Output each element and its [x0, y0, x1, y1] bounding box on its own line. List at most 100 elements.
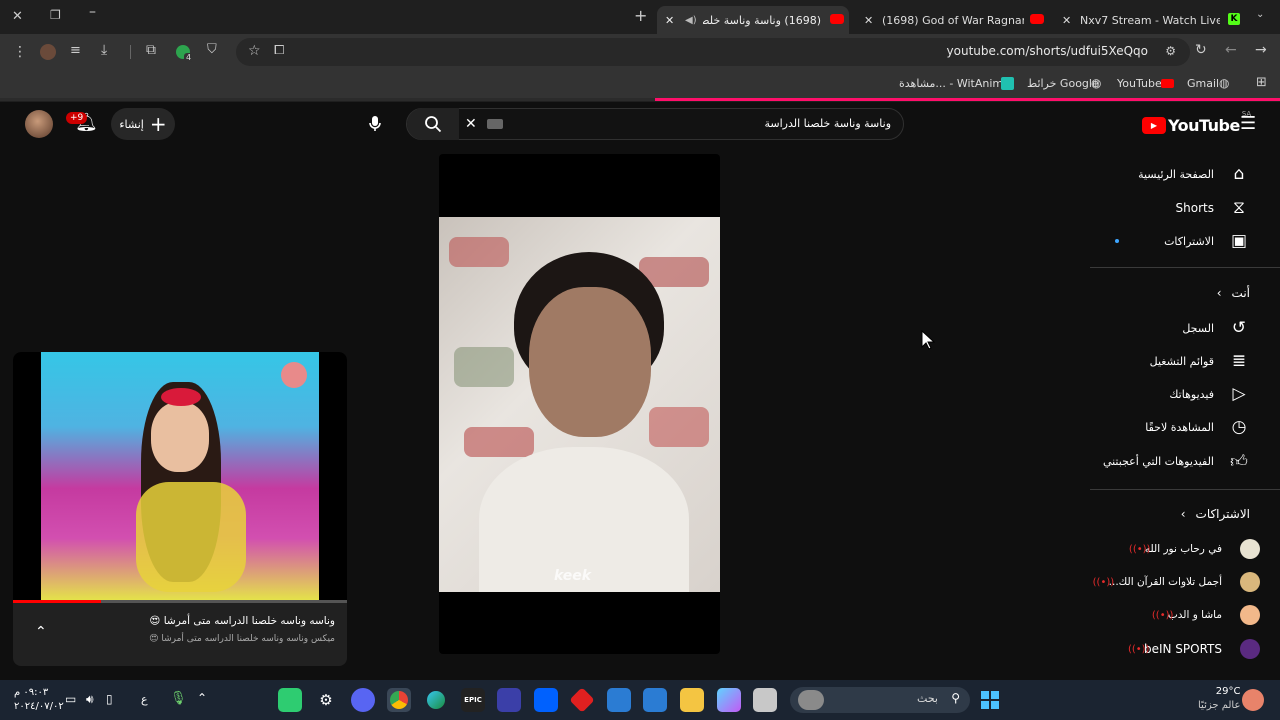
miniplayer-video[interactable] — [13, 352, 347, 600]
sidebar-item-shorts[interactable]: ⧖ Shorts — [1176, 193, 1250, 223]
miniplayer-title: وناسه وناسه خلصنا الدراسه متى أمرشا 😍 — [149, 615, 335, 627]
subscription-channel[interactable]: beIN SPORTS ((•)) — [1128, 635, 1260, 663]
audio-playing-icon[interactable]: ◀) — [685, 15, 697, 26]
voice-search-button[interactable] — [359, 108, 391, 140]
volume-icon[interactable]: 🔊︎ — [86, 692, 94, 707]
epic-games-icon[interactable]: EPIC — [461, 688, 485, 712]
keyboard-icon[interactable] — [487, 119, 503, 129]
bookmark-star-icon[interactable]: ☆ — [248, 43, 261, 59]
chrome-icon[interactable] — [387, 688, 411, 712]
taskbar-search[interactable]: بحث ⚲ — [790, 687, 970, 713]
steam-icon[interactable]: ⚙ — [314, 688, 338, 712]
sidebar-item-history[interactable]: ↺ السجل — [1182, 313, 1250, 343]
sidebar-item-label: فيديوهاتك — [1169, 387, 1214, 401]
adblock-shield-icon[interactable]: ⛉ — [207, 42, 217, 57]
search-box[interactable]: ✕ وناسة وناسة خلصنا الدراسة — [406, 108, 904, 140]
clock[interactable]: ٠٩:٠٣ م ٢٠٢٤/٠٧/٠٢ — [14, 686, 64, 714]
back-icon[interactable]: → — [1255, 42, 1267, 58]
toolbar-divider — [130, 45, 131, 59]
reload-icon[interactable]: ↻ — [1195, 42, 1207, 58]
restore-window-icon[interactable]: ❐ — [50, 8, 61, 22]
sidebar-subscriptions-header[interactable]: الاشتراكات › — [1181, 499, 1250, 529]
sidebar-section-title: الاشتراكات — [1195, 507, 1250, 521]
minimize-window-icon[interactable]: – — [89, 4, 96, 20]
show-hidden-icons-icon[interactable]: ⌃ — [197, 691, 207, 705]
subscription-channel[interactable]: أجمل تلاوات القرآن الك... ((•)) — [1093, 568, 1260, 596]
search-input[interactable]: وناسة وناسة خلصنا الدراسة — [765, 117, 891, 130]
profile-avatar-icon[interactable] — [40, 44, 56, 60]
tab-search-chevron-icon[interactable]: ⌄ — [1256, 9, 1264, 20]
close-tab-icon[interactable]: ✕ — [1062, 14, 1071, 27]
copilot-icon[interactable] — [717, 688, 741, 712]
channel-avatar — [1240, 639, 1260, 659]
witanime-favicon-icon — [1001, 77, 1014, 90]
sidebar-item-liked-videos[interactable]: 👍︎ الفيديوهات التي أعجبتني — [1103, 446, 1250, 476]
battery-icon[interactable]: ▯ — [106, 692, 113, 706]
sidebar-item-playlists[interactable]: ≣ قوائم التشغيل — [1150, 346, 1250, 376]
discord-icon[interactable] — [351, 688, 375, 712]
extension-badge: 4 — [184, 53, 194, 62]
address-bar[interactable]: ☆ ⧠ youtube.com/shorts/udfui5XeQqo ⚙ — [236, 38, 1190, 66]
sidebar-you-header[interactable]: أنت › — [1217, 278, 1250, 308]
plus-icon: + — [149, 112, 167, 136]
create-button[interactable]: إنشاء + — [111, 108, 175, 140]
install-app-icon[interactable]: ⧠ — [274, 43, 284, 58]
miniplayer-progress-track[interactable] — [13, 600, 347, 603]
miniplayer[interactable]: ⌃ وناسه وناسه خلصنا الدراسه متى أمرشا 😍 … — [13, 352, 347, 666]
tab-kick-stream[interactable]: ✕ Nxv7 Stream - Watch Live on K K — [1056, 6, 1246, 34]
edge-icon[interactable] — [424, 688, 448, 712]
taskbar-app-gray[interactable] — [753, 688, 777, 712]
bookmark-google-maps[interactable]: خرائط Google — [1027, 77, 1099, 90]
loading-progress-fill — [655, 98, 1280, 101]
taskbar-app-blue[interactable] — [497, 688, 521, 712]
microphone-in-use-icon[interactable]: 🎙︎ — [170, 691, 187, 706]
network-icon[interactable]: ▭ — [65, 692, 76, 706]
weather-label: عالم جزئيًا — [1198, 700, 1241, 711]
dropbox-icon[interactable] — [534, 688, 558, 712]
tab-god-of-war[interactable]: ✕ (1698) God of War Ragnarök 1# — [858, 6, 1050, 34]
logo-text: YouTube — [1168, 116, 1240, 135]
anydesk-icon[interactable] — [569, 687, 595, 713]
account-avatar[interactable] — [25, 110, 53, 138]
video-watermark: keek — [554, 568, 592, 584]
menu-dots-icon[interactable]: ⋮ — [13, 44, 27, 60]
shorts-icon: ⧖ — [1233, 198, 1245, 218]
youtube-logo[interactable]: ▶ YouTube SA — [1142, 110, 1251, 135]
bookmark-witanime[interactable]: مشاهدة... - WitAnime — [899, 77, 1010, 90]
forward-icon[interactable]: ← — [1225, 42, 1237, 58]
url-text[interactable]: youtube.com/shorts/udfui5XeQqo — [947, 44, 1148, 58]
store-icon[interactable] — [643, 688, 667, 712]
bookmark-youtube[interactable]: YouTube — [1117, 77, 1162, 90]
close-tab-icon[interactable]: ✕ — [864, 14, 873, 27]
windows-start-icon[interactable] — [978, 688, 1002, 712]
expand-up-icon[interactable]: ⌃ — [35, 624, 47, 640]
sidebar-item-watch-later[interactable]: ◷ المشاهدة لاحقًا — [1145, 412, 1250, 442]
weather-widget[interactable]: 29°C عالم جزئيًا — [1198, 685, 1240, 713]
file-explorer-icon[interactable] — [680, 688, 704, 712]
download-icon[interactable]: ⤓ — [101, 42, 107, 58]
apps-grid-icon[interactable]: ⊞ — [1256, 75, 1267, 90]
mail-icon[interactable] — [607, 688, 631, 712]
subscription-channel[interactable]: ماشا و الدب ((•)) — [1152, 601, 1260, 629]
sidebar-item-your-videos[interactable]: ▷ فيديوهاتك — [1169, 379, 1250, 409]
chevron-right-icon: › — [1180, 507, 1186, 521]
sidebar-item-subscriptions[interactable]: ▣ الاشتراكات — [1164, 226, 1250, 256]
sidebar-item-home[interactable]: ⌂ الصفحة الرئيسية — [1138, 159, 1250, 189]
hamburger-menu-icon[interactable]: ☰ — [1240, 113, 1256, 134]
subscription-channel[interactable]: في رحاب نور الله ((•)) — [1129, 535, 1260, 563]
miniplayer-thumbnail — [41, 352, 319, 600]
home-icon: ⌂ — [1233, 164, 1245, 184]
shorts-video-player[interactable]: keek — [439, 154, 720, 654]
bookmark-gmail[interactable]: Gmail — [1187, 77, 1219, 90]
taskbar-app-green[interactable] — [278, 688, 302, 712]
close-window-icon[interactable]: ✕ — [12, 9, 23, 24]
new-tab-button[interactable]: + — [634, 6, 647, 25]
close-tab-icon[interactable]: ✕ — [665, 14, 674, 27]
clear-search-icon[interactable]: ✕ — [465, 116, 477, 132]
search-button[interactable] — [407, 108, 459, 140]
extensions-icon[interactable]: ⧉ — [146, 42, 156, 58]
language-indicator[interactable]: ع — [141, 693, 148, 706]
tab-active-short[interactable]: ✕ ◀) (1698) وناسة وناسة خلصنا ال — [657, 6, 849, 34]
site-settings-icon[interactable]: ⚙ — [1165, 44, 1176, 58]
media-control-icon[interactable]: ≡ — [70, 43, 81, 58]
